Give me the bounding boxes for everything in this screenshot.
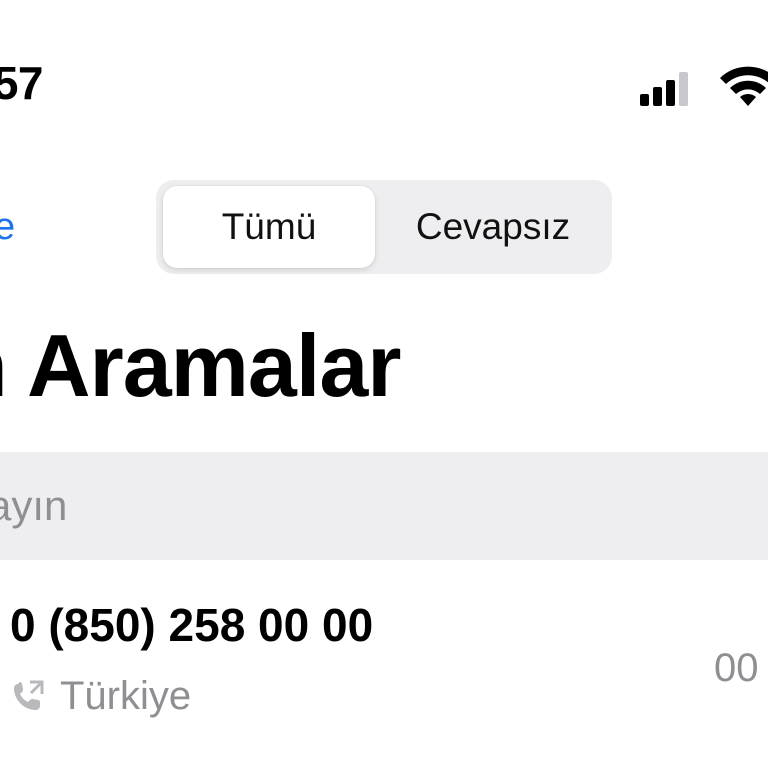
page-title: n Aramalar [0, 316, 401, 415]
call-location: Türkiye [60, 674, 192, 718]
call-filter-segmented-control: Tümü Cevapsız [156, 180, 612, 274]
call-number: 0 (850) 258 00 00 [10, 599, 374, 651]
cellular-signal-icon [640, 72, 688, 106]
call-list-item[interactable]: 0 (850) 258 00 00 Türkiye 00 [0, 580, 768, 768]
wifi-icon [720, 66, 768, 106]
search-input[interactable] [0, 452, 768, 560]
segment-all[interactable]: Tümü [163, 186, 375, 268]
call-time: 00 [714, 646, 759, 690]
edit-button[interactable]: e [0, 208, 15, 246]
search-bar[interactable] [0, 452, 768, 560]
segment-missed[interactable]: Cevapsız [378, 186, 608, 268]
call-meta: Türkiye [10, 676, 191, 716]
outgoing-call-icon [14, 680, 44, 710]
status-time: :57 [0, 57, 43, 109]
recent-calls-screen: :57 e Tümü Cevapsız n Aramalar 0 (850) 2… [0, 0, 768, 768]
